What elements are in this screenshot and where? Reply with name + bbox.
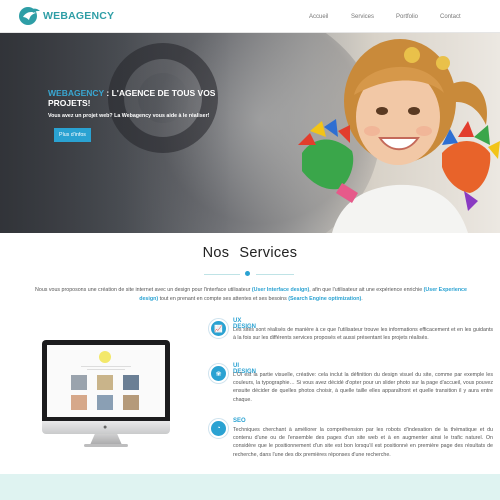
mini-thumbnail (123, 395, 139, 410)
hero-child-image (298, 39, 500, 233)
hero-title-brand: WEBAGENCY (48, 88, 105, 98)
mini-thumbnail (97, 375, 113, 390)
top-navbar: WEBAGENCY Accueil Services Portfolio Con… (0, 0, 500, 33)
services-intro-text: Nous vous proposons une création de site… (25, 286, 477, 304)
service-title: SEO (233, 418, 246, 424)
mini-thumbnail (71, 375, 87, 390)
services-title-word1: Nos (202, 245, 230, 261)
mini-line (81, 366, 131, 367)
imac-mockup-image: ● (42, 340, 170, 448)
mini-thumbnail (71, 395, 87, 410)
mini-line (87, 369, 125, 370)
hero-title: WEBAGENCY : L'AGENCE DE TOUS VOS PROJETS… (48, 88, 223, 108)
hero-subtitle: Vous avez un projet web? La Webagency vo… (48, 113, 210, 119)
nav-link-contact[interactable]: Contact (440, 14, 461, 20)
services-title-word2: Services (239, 245, 298, 261)
service-description: L'UI est la partie visuelle, créative: c… (233, 372, 493, 403)
chart-icon: 📈 (208, 318, 229, 339)
footer-band (0, 474, 500, 500)
services-section-title: Nos Services (0, 245, 500, 261)
intro-highlight-ui: (User Interface design) (251, 287, 310, 293)
apple-logo-icon: ● (103, 424, 108, 431)
mini-site-logo (99, 351, 111, 363)
hero-shade (0, 33, 230, 233)
intro-text-4: . (361, 296, 363, 302)
intro-text-1: Nous vous proposons une création de site… (35, 287, 252, 293)
title-divider-right (256, 274, 294, 275)
imac-base (84, 444, 128, 447)
pie-chart-icon: ◔ (208, 418, 229, 439)
nav-link-portfolio[interactable]: Portfolio (396, 14, 418, 20)
title-divider-left (204, 274, 240, 275)
nav-link-services[interactable]: Services (351, 14, 374, 20)
intro-text-3: tout en prenant en compte ses attentes e… (158, 296, 289, 302)
intro-highlight-seo: (Search Engine optimization) (288, 296, 362, 302)
title-divider-dot (245, 271, 250, 276)
hero-banner: WEBAGENCY : L'AGENCE DE TOUS VOS PROJETS… (0, 33, 500, 233)
mini-thumbnail (123, 375, 139, 390)
mini-thumbnail (97, 395, 113, 410)
service-description: Techniques cherchant à améliorer la comp… (233, 427, 493, 458)
nav-link-accueil[interactable]: Accueil (309, 14, 328, 20)
palette-icon: ❀ (208, 363, 229, 384)
imac-screen (47, 345, 165, 417)
service-description: Les sites sont réalisés de manière à ce … (233, 327, 493, 342)
more-info-button[interactable]: Plus d'infos (54, 128, 91, 142)
intro-text-2: , afin que l'utilisateur ait une expérie… (309, 287, 424, 293)
